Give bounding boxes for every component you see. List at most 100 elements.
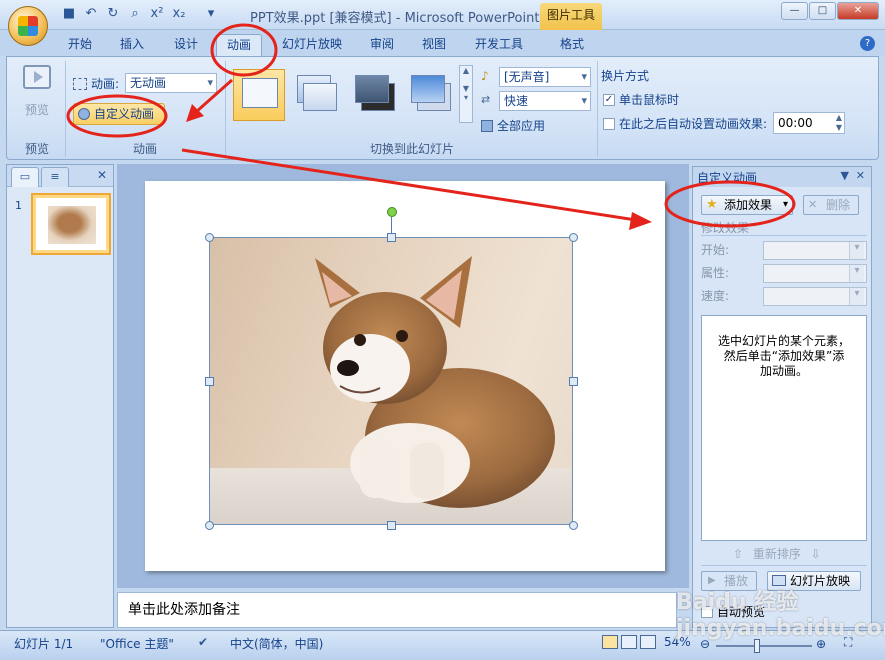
sound-icon: ♪ bbox=[481, 69, 489, 83]
spellcheck-icon[interactable]: ✔ bbox=[198, 635, 208, 649]
tab-review[interactable]: 审阅 bbox=[362, 34, 402, 56]
transition-fade-thumb[interactable] bbox=[291, 69, 343, 121]
superscript-icon[interactable]: x² bbox=[148, 5, 166, 23]
apply-all-button[interactable]: 全部应用 bbox=[481, 117, 545, 134]
remove-icon: ✕ bbox=[808, 198, 818, 211]
resize-handle-e[interactable] bbox=[569, 377, 578, 386]
close-button[interactable]: ✕ bbox=[837, 2, 879, 20]
resize-handle-s[interactable] bbox=[387, 521, 396, 530]
auto-after-option[interactable]: 在此之后自动设置动画效果: bbox=[603, 115, 767, 132]
spinner-icon[interactable]: ▲ ▼ bbox=[836, 113, 842, 133]
save-icon[interactable]: ■ bbox=[60, 5, 78, 23]
group-divider bbox=[225, 61, 226, 157]
preview-label: 预览 bbox=[24, 103, 49, 117]
resize-handle-w[interactable] bbox=[205, 377, 214, 386]
puppy-image[interactable] bbox=[209, 237, 573, 525]
tab-animations[interactable]: 动画 bbox=[216, 34, 262, 56]
puppy-illustration bbox=[210, 256, 572, 524]
animation-list[interactable]: 选中幻灯片的某个元素， 然后单击“添加效果”添 加动画。 bbox=[701, 315, 867, 541]
maximize-button[interactable]: □ bbox=[809, 2, 836, 20]
help-icon[interactable]: ? bbox=[860, 36, 875, 51]
tab-home[interactable]: 开始 bbox=[60, 34, 100, 56]
transition-none-thumb[interactable] bbox=[233, 69, 285, 121]
view-buttons bbox=[602, 635, 656, 649]
sound-row: ♪ bbox=[481, 69, 489, 83]
outline-tab-icon[interactable]: ≡ bbox=[41, 167, 69, 187]
tab-slideshow[interactable]: 幻灯片放映 bbox=[276, 34, 348, 56]
resize-handle-ne[interactable] bbox=[569, 233, 578, 242]
transition-dissolve-thumb[interactable] bbox=[405, 69, 457, 121]
slide[interactable] bbox=[145, 181, 665, 571]
notes-placeholder: 单击此处添加备注 bbox=[128, 602, 240, 618]
speed-select-pane[interactable] bbox=[763, 287, 867, 306]
custom-animation-button[interactable]: 自定义动画 bbox=[73, 103, 165, 125]
move-up-icon[interactable]: ⇧ bbox=[733, 547, 743, 561]
tab-insert[interactable]: 插入 bbox=[112, 34, 152, 56]
resize-handle-sw[interactable] bbox=[205, 521, 214, 530]
resize-handle-n[interactable] bbox=[387, 233, 396, 242]
task-pane-menu-icon[interactable]: ▼ bbox=[841, 169, 849, 182]
office-logo-icon bbox=[18, 16, 38, 36]
preview-button[interactable]: 预览 bbox=[13, 61, 61, 125]
slides-pane: ▭ ≡ ✕ 1 bbox=[6, 164, 114, 628]
star-icon: ★ bbox=[706, 197, 718, 212]
preview-group-label: 预览 bbox=[24, 142, 49, 156]
tab-format[interactable]: 格式 bbox=[552, 34, 592, 56]
redo-icon[interactable]: ↻ bbox=[104, 5, 122, 23]
on-click-label: 单击鼠标时 bbox=[619, 93, 680, 107]
advance-title: 换片方式 bbox=[601, 69, 650, 83]
tab-view[interactable]: 视图 bbox=[414, 34, 454, 56]
apply-all-label: 全部应用 bbox=[497, 119, 546, 133]
normal-view-icon[interactable] bbox=[602, 635, 618, 649]
theme-name: "Office 主题" bbox=[100, 637, 174, 651]
tab-developer[interactable]: 开发工具 bbox=[468, 34, 530, 56]
sound-select[interactable]: [无声音] bbox=[499, 67, 591, 87]
customize-qat-icon[interactable]: ▾ bbox=[202, 5, 220, 23]
remove-button[interactable]: ✕ 删除 bbox=[803, 195, 859, 215]
speed-label: 速度: bbox=[701, 289, 730, 303]
auto-after-checkbox[interactable] bbox=[603, 117, 615, 130]
resize-handle-nw[interactable] bbox=[205, 233, 214, 242]
auto-time-field[interactable]: 00:00 ▲ ▼ bbox=[773, 112, 845, 134]
on-click-option[interactable]: ✓ 单击鼠标时 bbox=[603, 91, 679, 108]
baidu-watermark: Baidu 经验 jingyan.baidu.com bbox=[676, 590, 885, 641]
print-preview-icon[interactable]: ⌕ bbox=[126, 5, 144, 23]
reading-view-icon[interactable] bbox=[640, 635, 656, 649]
preview-icon bbox=[23, 65, 51, 89]
zoom-slider[interactable]: ⊖ ⊕ bbox=[700, 637, 830, 653]
picture-tools-tab: 图片工具 bbox=[540, 3, 602, 31]
minimize-button[interactable]: — bbox=[781, 2, 808, 20]
gallery-scroll[interactable]: ▲ ▼ ▾ bbox=[459, 65, 473, 123]
office-button[interactable] bbox=[8, 6, 48, 46]
slides-tab-icon[interactable]: ▭ bbox=[11, 167, 39, 187]
notes-pane[interactable]: 单击此处添加备注 bbox=[117, 592, 677, 628]
slide-canvas bbox=[117, 164, 689, 588]
slide-thumbnail[interactable] bbox=[31, 193, 111, 255]
task-pane-title: 自定义动画 bbox=[697, 171, 758, 185]
sorter-view-icon[interactable] bbox=[621, 635, 637, 649]
property-label: 属性: bbox=[701, 266, 730, 280]
task-pane-header: 自定义动画 ▼ ✕ bbox=[693, 167, 871, 187]
tab-design[interactable]: 设计 bbox=[166, 34, 206, 56]
ribbon-animations: 预览 预览 动画: 无动画 自定义动画 动画 ▲▼▾ ♪ [无声音] ⇄ 快速 … bbox=[6, 56, 879, 160]
speed-select[interactable]: 快速 bbox=[499, 91, 591, 111]
add-effect-button[interactable]: ★ 添加效果 ▾ bbox=[701, 195, 793, 215]
start-select[interactable] bbox=[763, 241, 867, 260]
subscript-icon[interactable]: x₂ bbox=[170, 5, 188, 23]
property-select[interactable] bbox=[763, 264, 867, 283]
animation-select[interactable]: 无动画 bbox=[125, 73, 217, 93]
task-pane-close-icon[interactable]: ✕ bbox=[856, 169, 865, 182]
thumbnail-puppy-image bbox=[48, 206, 96, 244]
apply-all-icon bbox=[481, 119, 493, 132]
move-down-icon[interactable]: ⇩ bbox=[811, 547, 821, 561]
rotation-handle[interactable] bbox=[387, 207, 397, 217]
resize-handle-se[interactable] bbox=[569, 521, 578, 530]
on-click-checkbox[interactable]: ✓ bbox=[603, 93, 615, 106]
slides-pane-tabs: ▭ ≡ ✕ bbox=[7, 165, 113, 187]
window-title: PPT效果.ppt [兼容模式] - Microsoft PowerPoint bbox=[250, 11, 540, 26]
slide-number: 1 bbox=[15, 199, 22, 212]
transition-black-thumb[interactable] bbox=[349, 69, 401, 121]
slide-counter: 幻灯片 1/1 bbox=[14, 637, 74, 651]
undo-icon[interactable]: ↶ bbox=[82, 5, 100, 23]
pane-close-icon[interactable]: ✕ bbox=[97, 168, 107, 182]
